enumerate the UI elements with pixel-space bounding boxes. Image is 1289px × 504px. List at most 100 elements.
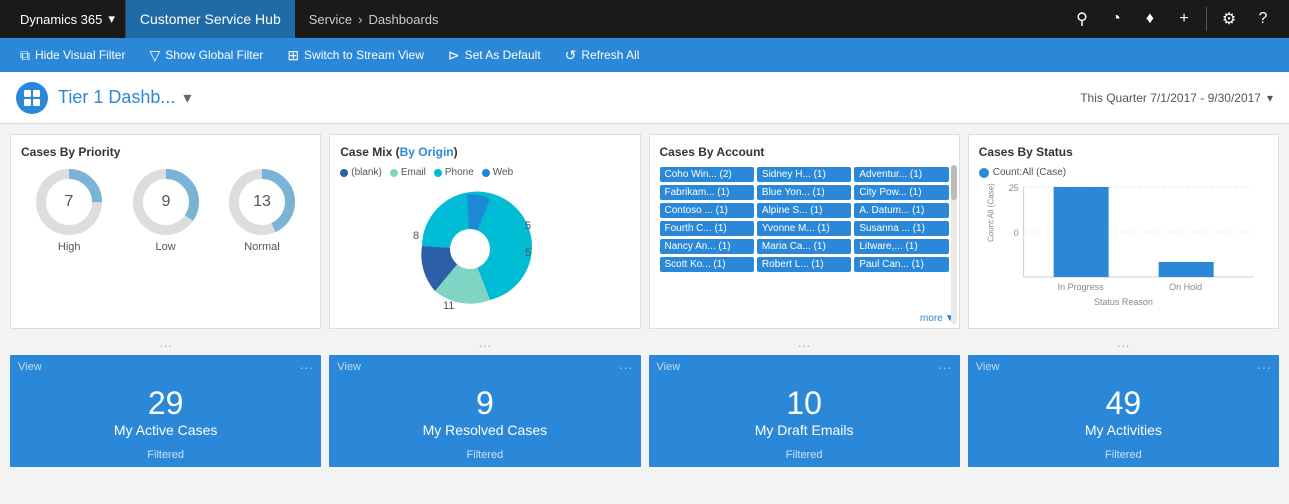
set-default-btn[interactable]: ⊳ Set As Default — [438, 43, 551, 68]
legend-blank: (blank) — [340, 167, 382, 178]
tile-1-number: 29 — [148, 386, 184, 421]
tile-4-ellipsis[interactable]: ··· — [1257, 359, 1271, 375]
account-tag[interactable]: Adventur... (1) — [854, 167, 948, 182]
donut-high-label: High — [58, 241, 81, 253]
more-link[interactable]: more ▼ — [920, 313, 955, 324]
command-bar: ⧉ Hide Visual Filter ▽ Show Global Filte… — [0, 38, 1289, 72]
svg-text:Count:All (Case): Count:All (Case) — [986, 183, 995, 242]
clock-icon[interactable]: ◔ — [1100, 3, 1132, 35]
account-tag[interactable]: A. Datum... (1) — [854, 203, 948, 218]
account-tag[interactable]: Robert L... (1) — [757, 257, 851, 272]
account-tag[interactable]: Yvonne M... (1) — [757, 221, 851, 236]
account-tag[interactable]: Scott Ko... (1) — [660, 257, 754, 272]
chart-title-status: Cases By Status — [979, 145, 1268, 159]
pie-legend: (blank) Email Phone Web — [340, 167, 629, 178]
bar-legend-dot — [979, 168, 989, 178]
legend-dot-email — [390, 169, 398, 177]
tile-1-dots-top: ··· — [10, 337, 321, 353]
account-tag[interactable]: City Pow... (1) — [854, 185, 948, 200]
breadcrumb: Service › Dashboards — [295, 12, 1066, 27]
cases-by-status-chart: Cases By Status Count:All (Case) 25 0 — [968, 134, 1279, 329]
tile-3-ellipsis[interactable]: ··· — [938, 359, 952, 375]
legend-dot-phone — [434, 169, 442, 177]
bar-on-hold[interactable] — [1158, 262, 1213, 277]
by-origin-link[interactable]: By Origin — [400, 145, 454, 159]
stream-icon: ⊞ — [287, 47, 299, 64]
tile-active-cases[interactable]: View ··· 29 My Active Cases Filtered — [10, 355, 321, 467]
tile-4-body: 49 My Activities — [968, 379, 1279, 449]
svg-text:7: 7 — [65, 193, 74, 210]
account-tag[interactable]: Alpine S... (1) — [757, 203, 851, 218]
add-icon[interactable]: + — [1168, 3, 1200, 35]
dashboard-header: Tier 1 Dashb... ▾ This Quarter 7/1/2017 … — [0, 72, 1289, 124]
bar-chart-svg: 25 0 In Progress On Hold Count:All (Case… — [979, 182, 1268, 302]
hide-visual-filter-btn[interactable]: ⧉ Hide Visual Filter — [10, 43, 135, 68]
main-content: Cases By Priority 7 High 9 — [0, 124, 1289, 504]
donut-low-label: Low — [156, 241, 176, 253]
date-chevron[interactable]: ▾ — [1267, 91, 1273, 105]
tile-4-wrapper: ··· View ··· 49 My Activities Filtered — [968, 337, 1279, 467]
tile-4-number: 49 — [1106, 386, 1142, 421]
svg-text:5: 5 — [525, 247, 531, 259]
nav-icons: ⚲ ◔ ♦ + ⚙ ? — [1066, 3, 1279, 35]
tile-2-number: 9 — [476, 386, 494, 421]
dashboard-chevron[interactable]: ▾ — [183, 88, 191, 108]
refresh-icon: ↺ — [565, 47, 577, 64]
svg-text:13: 13 — [253, 193, 271, 210]
help-icon[interactable]: ♦ — [1134, 3, 1166, 35]
cases-by-account-chart: Cases By Account Coho Win... (2) Sidney … — [649, 134, 960, 329]
donut-low: 9 Low — [131, 167, 201, 253]
breadcrumb-service[interactable]: Service — [309, 12, 352, 27]
account-tag[interactable]: Maria Ca... (1) — [757, 239, 851, 254]
dynamics-nav[interactable]: Dynamics 365 ▾ — [10, 0, 126, 38]
app-name[interactable]: Customer Service Hub — [126, 0, 295, 38]
tile-3-body: 10 My Draft Emails — [649, 379, 960, 449]
pie-chart-svg: 5 5 11 8 — [395, 184, 575, 314]
account-tag[interactable]: Fabrikam... (1) — [660, 185, 754, 200]
tile-1-body: 29 My Active Cases — [10, 379, 321, 449]
tile-3-number: 10 — [786, 386, 822, 421]
switch-stream-btn[interactable]: ⊞ Switch to Stream View — [277, 43, 434, 68]
show-global-filter-btn[interactable]: ▽ Show Global Filter — [139, 43, 273, 68]
tile-draft-emails[interactable]: View ··· 10 My Draft Emails Filtered — [649, 355, 960, 467]
dynamics-chevron[interactable]: ▾ — [108, 11, 115, 27]
account-tag[interactable]: Contoso ... (1) — [660, 203, 754, 218]
nav-divider — [1206, 7, 1207, 31]
tile-activities[interactable]: View ··· 49 My Activities Filtered — [968, 355, 1279, 467]
svg-text:In Progress: In Progress — [1057, 282, 1104, 292]
account-tag[interactable]: Coho Win... (2) — [660, 167, 754, 182]
global-filter-icon: ▽ — [149, 47, 160, 64]
refresh-all-btn[interactable]: ↺ Refresh All — [555, 43, 650, 68]
tile-3-dots-top: ··· — [649, 337, 960, 353]
svg-text:11: 11 — [443, 300, 454, 312]
dashboard-icon — [16, 82, 48, 114]
dashboard-title[interactable]: Tier 1 Dashb... — [58, 87, 175, 108]
account-tag[interactable]: Susanna ... (1) — [854, 221, 948, 236]
filter-icon: ⧉ — [20, 47, 30, 64]
breadcrumb-sep: › — [358, 12, 362, 27]
account-tag[interactable]: Nancy An... (1) — [660, 239, 754, 254]
account-tag[interactable]: Fourth C... (1) — [660, 221, 754, 236]
tile-2-ellipsis[interactable]: ··· — [619, 359, 633, 375]
tile-resolved-cases[interactable]: View ··· 9 My Resolved Cases Filtered — [329, 355, 640, 467]
tile-1-name: My Active Cases — [114, 422, 217, 438]
tile-2-top: View ··· — [329, 355, 640, 379]
donuts-container: 7 High 9 Low — [21, 167, 310, 253]
account-tag[interactable]: Blue Yon... (1) — [757, 185, 851, 200]
question-icon[interactable]: ? — [1247, 3, 1279, 35]
tile-2-wrapper: ··· View ··· 9 My Resolved Cases Filtere… — [329, 337, 640, 467]
account-tag[interactable]: Paul Can... (1) — [854, 257, 948, 272]
settings-icon[interactable]: ⚙ — [1213, 3, 1245, 35]
tile-1-ellipsis[interactable]: ··· — [299, 359, 313, 375]
legend-web: Web — [482, 167, 513, 178]
svg-text:On Hold: On Hold — [1169, 282, 1202, 292]
breadcrumb-active: Dashboards — [368, 12, 438, 27]
account-tag[interactable]: Litware,... (1) — [854, 239, 948, 254]
account-tag[interactable]: Sidney H... (1) — [757, 167, 851, 182]
tile-4-name: My Activities — [1085, 422, 1162, 438]
bar-chart-legend: Count:All (Case) — [979, 167, 1268, 178]
search-icon[interactable]: ⚲ — [1066, 3, 1098, 35]
svg-text:0: 0 — [1013, 228, 1018, 238]
bar-in-progress[interactable] — [1053, 187, 1108, 277]
donut-normal-label: Normal — [244, 241, 279, 253]
